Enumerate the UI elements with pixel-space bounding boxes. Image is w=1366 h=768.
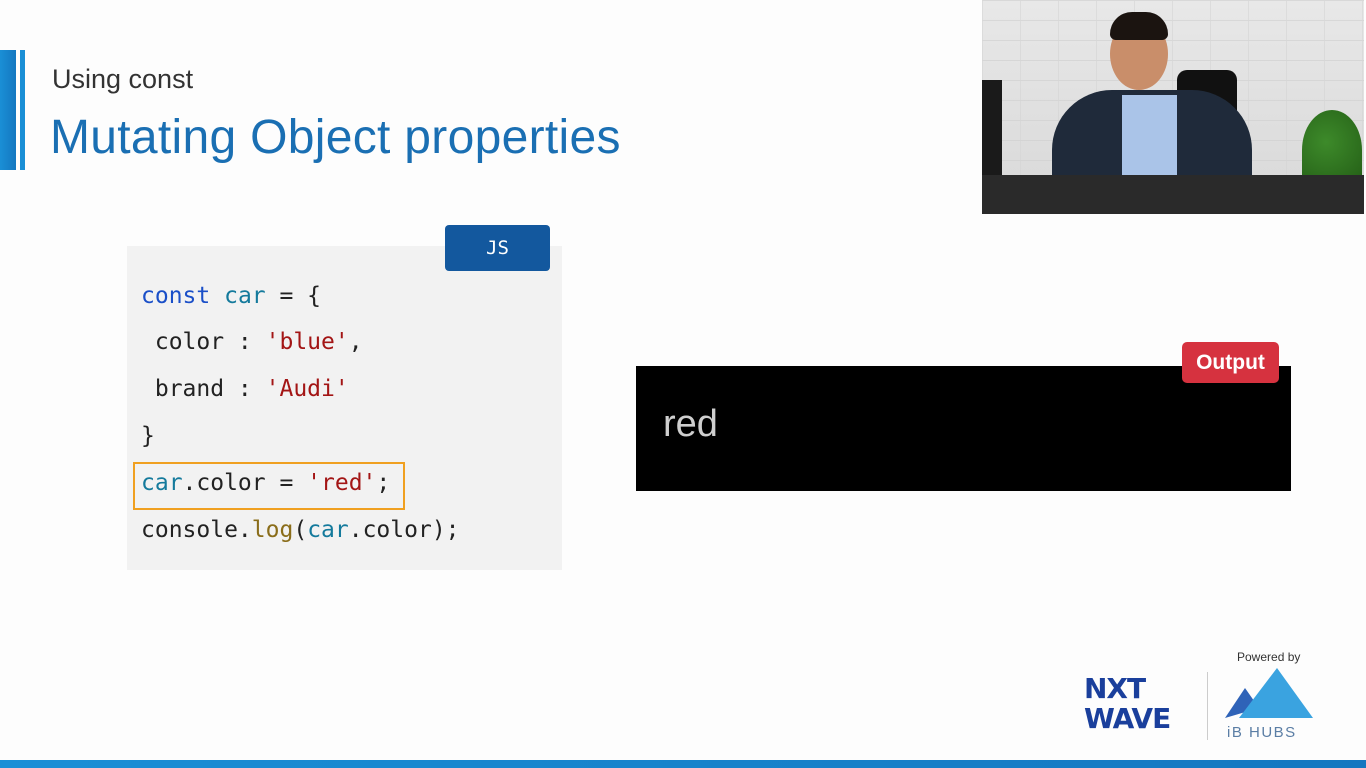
- code-line: console.log(car.color);: [141, 517, 460, 543]
- ibhubs-logo-text: iB HUBS: [1227, 724, 1297, 741]
- code-token: (: [293, 517, 308, 543]
- highlight-box: [133, 462, 405, 510]
- accent-bar-thin: [20, 50, 25, 170]
- code-token: ,: [348, 329, 363, 355]
- slide-title: Mutating Object properties: [50, 111, 621, 164]
- code-token: 'blue': [265, 329, 349, 355]
- code-token: .color);: [348, 517, 460, 543]
- js-badge: JS: [445, 225, 550, 271]
- powered-by-label: Powered by: [1237, 650, 1301, 664]
- code-token: car: [224, 283, 266, 309]
- code-token: = {: [265, 283, 322, 309]
- code-line: }: [141, 423, 155, 449]
- bottom-accent-bar: [0, 760, 1366, 768]
- code-token: color :: [141, 329, 266, 355]
- output-panel: [636, 366, 1291, 491]
- desk: [982, 175, 1364, 214]
- accent-bar: [0, 50, 16, 170]
- output-badge: Output: [1182, 342, 1279, 383]
- slide-subtitle: Using const: [52, 64, 194, 94]
- presenter-video: [982, 0, 1364, 214]
- code-token: const: [141, 283, 225, 309]
- nxtwave-logo: NXT WAVE: [1084, 672, 1171, 735]
- presenter-hair: [1110, 12, 1168, 40]
- output-text: red: [663, 403, 718, 445]
- code-line: brand : 'Audi': [141, 376, 349, 402]
- code-token: console.: [141, 517, 252, 543]
- logo-divider: [1207, 672, 1208, 740]
- code-token: 'Audi': [265, 376, 349, 402]
- ibhubs-mountain-icon: [1225, 668, 1313, 718]
- code-line: const car = {: [141, 283, 321, 309]
- code-token: }: [141, 423, 155, 449]
- logo-line1: NXT: [1084, 672, 1146, 705]
- code-token: car: [307, 517, 349, 543]
- logo-line2: WAVE: [1084, 702, 1171, 735]
- code-token: log: [251, 517, 294, 543]
- code-token: brand :: [141, 376, 266, 402]
- code-line: color : 'blue',: [141, 329, 363, 355]
